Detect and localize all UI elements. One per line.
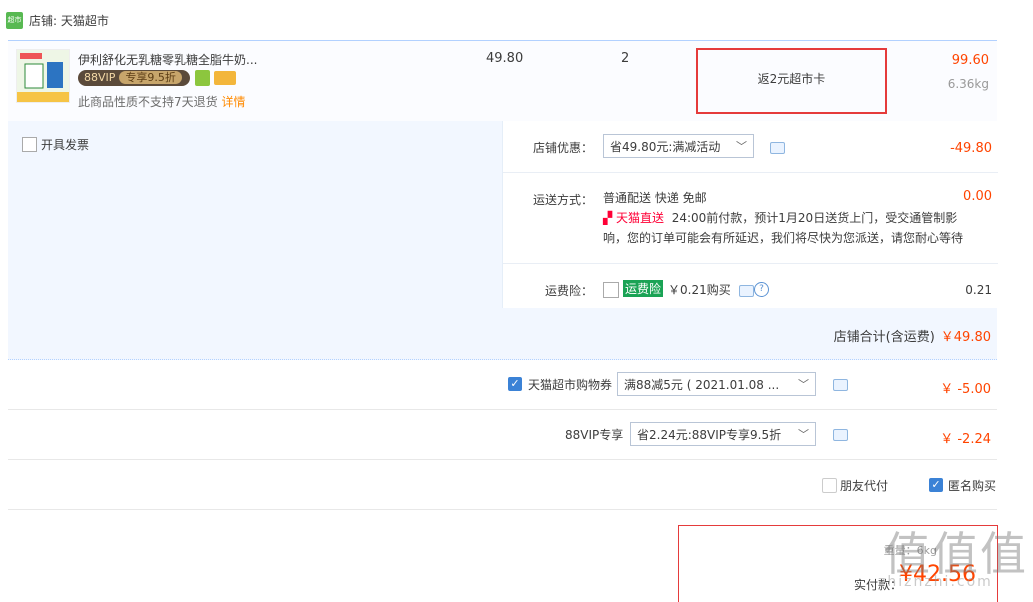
message-icon[interactable]	[833, 429, 848, 441]
anonymous-label[interactable]: 匿名购买	[948, 477, 996, 494]
chevron-down-icon: ﹀	[736, 140, 747, 153]
insurance-checkbox[interactable]	[603, 282, 619, 298]
anonymous-checkbox[interactable]: ✓	[929, 478, 943, 492]
shop-name[interactable]: 店铺: 天猫超市	[29, 12, 109, 29]
no-return-notice: 此商品性质不支持7天退货 详情	[78, 95, 246, 109]
order-detail-area: 开具发票 店铺优惠： 省49.80元:满减活动 ﹀ -49.80 运送方式： 普通…	[8, 121, 998, 360]
shipping-fee: 0.00	[963, 189, 992, 204]
insurance-value: 0.21	[965, 283, 992, 297]
chevron-down-icon: ﹀	[798, 428, 809, 441]
insurance-tag: 运费险	[623, 280, 664, 297]
coupon-label: 天猫超市购物券	[528, 378, 613, 392]
divider	[503, 172, 998, 173]
unit-price: 49.80	[486, 51, 524, 66]
invoice-checkbox[interactable]	[22, 137, 37, 152]
coupon-select[interactable]: 满88减5元 ( 2021.01.08 ... ﹀	[617, 372, 816, 396]
divider	[503, 263, 998, 264]
details-link[interactable]: 详情	[221, 95, 245, 109]
milk-package-icon	[17, 50, 69, 102]
tmall-market-icon: 超市	[6, 12, 23, 29]
delivery-note: ▞ 天猫直送 24:00前付款，预计1月20日送货上门，受交通管制影 响，您的订单…	[603, 211, 964, 245]
guarantee-icon	[195, 70, 210, 86]
friend-pay-label[interactable]: 朋友代付	[840, 477, 888, 494]
tmall-direct-tag: ▞ 天猫直送	[603, 211, 665, 225]
message-icon[interactable]	[770, 142, 785, 154]
product-title[interactable]: 伊利舒化无乳糖零乳糖全脂牛奶...	[78, 51, 257, 68]
site-watermark-url: zhiznzhi.com	[878, 574, 993, 590]
card-icon	[214, 71, 236, 85]
coupon-value: ￥ -5.00	[940, 382, 991, 397]
shop-discount-label: 店铺优惠：	[532, 141, 593, 155]
rebate-highlight-box: 返2元超市卡	[696, 48, 887, 114]
purchase-options-row: 朋友代付 ✓ 匿名购买	[8, 461, 997, 510]
shop-discount-value: -49.80	[950, 141, 992, 156]
friend-pay-checkbox[interactable]	[822, 478, 837, 493]
cart-item-row: 伊利舒化无乳糖零乳糖全脂牛奶... 88VIP 专享9.5折 此商品性质不支持7天…	[8, 40, 997, 122]
order-options-panel: 店铺优惠： 省49.80元:满减活动 ﹀ -49.80 运送方式： 普通配送 快递…	[502, 121, 998, 308]
message-icon[interactable]	[739, 285, 754, 297]
coupon-checkbox[interactable]: ✓	[508, 377, 522, 391]
shop-header: 超市 店铺: 天猫超市	[0, 0, 1033, 40]
shop-discount-select[interactable]: 省49.80元:满减活动 ﹀	[603, 134, 754, 158]
chevron-down-icon: ﹀	[798, 378, 809, 391]
vip-discount-row: 88VIP专享 省2.24元:88VIP专享9.5折 ﹀ ￥ -2.24	[8, 411, 997, 460]
vip-select[interactable]: 省2.24元:88VIP专享9.5折 ﹀	[630, 422, 816, 446]
shipping-method: 普通配送 快递 免邮	[603, 191, 707, 205]
quantity: 2	[621, 51, 630, 66]
insurance-price: ￥0.21购买	[668, 283, 731, 297]
insurance-label: 运费险：	[544, 284, 593, 298]
shop-total: 店铺合计(含运费) ￥49.80	[833, 330, 991, 345]
vip-discount-badge: 88VIP 专享9.5折	[78, 70, 190, 86]
message-icon[interactable]	[833, 379, 848, 391]
coupon-row: ✓ 天猫超市购物券 满88减5元 ( 2021.01.08 ... ﹀ ￥ -5.…	[8, 361, 997, 410]
vip-value: ￥ -2.24	[940, 432, 991, 447]
invoice-label[interactable]: 开具发票	[41, 136, 89, 153]
item-subtotal: 99.60	[951, 53, 989, 68]
help-icon[interactable]: ?	[754, 282, 769, 297]
item-weight: 6.36kg	[947, 77, 989, 91]
product-thumbnail[interactable]	[16, 49, 70, 103]
rebate-text: 返2元超市卡	[757, 72, 826, 86]
vip-label: 88VIP专享	[565, 428, 624, 442]
shipping-label: 运送方式：	[532, 193, 593, 207]
